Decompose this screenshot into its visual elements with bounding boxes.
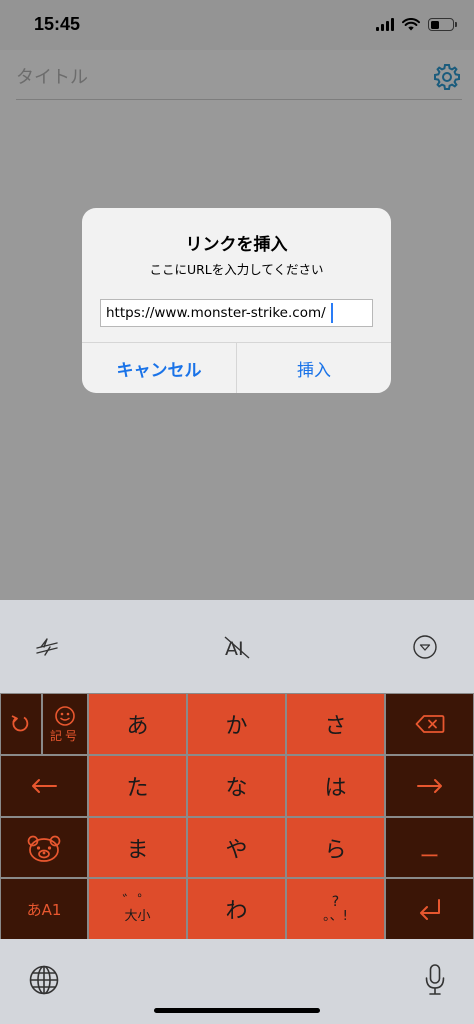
hide-keyboard-button[interactable]: [408, 630, 442, 664]
undo-key[interactable]: [1, 694, 41, 754]
home-indicator: [154, 1008, 320, 1013]
backspace-key[interactable]: [386, 694, 473, 754]
arrow-right-icon: [416, 779, 442, 793]
dialog-message: ここにURLを入力してください: [149, 262, 324, 277]
dakuten-key[interactable]: ゛゜ 大小: [89, 879, 186, 939]
long-vowel-label: ー: [419, 844, 440, 868]
punct-bottom-label: 。、!: [323, 908, 348, 924]
microphone-icon[interactable]: [424, 963, 446, 997]
key-ya[interactable]: や: [188, 818, 285, 877]
ai-off-icon: AI: [224, 636, 250, 660]
key-ma[interactable]: ま: [89, 818, 186, 877]
kigo-label: 記号: [49, 728, 80, 743]
dakuten-top-label: ゛゜: [122, 892, 153, 911]
globe-icon[interactable]: [28, 964, 60, 996]
dakuten-bottom-label: 大小: [124, 909, 151, 925]
chevron-down-circle-icon: [413, 635, 437, 659]
cursor-left-key[interactable]: [1, 756, 87, 816]
text-cursor: [331, 303, 333, 323]
key-na[interactable]: な: [188, 756, 285, 816]
input-mode-key[interactable]: あA1: [1, 879, 87, 939]
enter-key[interactable]: [386, 879, 473, 939]
flick-keyboard: 記号 あ か さ た な は ま や ら ゛゜ 大小 わ ? 。、! あA1 ー: [0, 693, 474, 939]
emoticon-key[interactable]: [1, 818, 87, 877]
punctuation-key[interactable]: ? 。、!: [287, 879, 384, 939]
bear-face-icon: [27, 835, 61, 862]
key-a[interactable]: あ: [89, 694, 186, 754]
cursor-right-key[interactable]: [386, 756, 473, 816]
insert-link-dialog: リンクを挿入 ここにURLを入力してください キャンセル 挿入: [82, 208, 391, 393]
key-ha[interactable]: は: [287, 756, 384, 816]
key-ra[interactable]: ら: [287, 818, 384, 877]
key-sa[interactable]: さ: [287, 694, 384, 754]
collapse-arrows-button[interactable]: [30, 630, 64, 664]
backspace-icon: [415, 715, 444, 733]
ai-button[interactable]: AI: [219, 630, 255, 664]
key-wa[interactable]: わ: [188, 879, 285, 939]
key-ka[interactable]: か: [188, 694, 285, 754]
dialog-title: リンクを挿入: [185, 235, 288, 255]
smiley-icon: [55, 705, 75, 726]
cancel-button[interactable]: キャンセル: [82, 343, 236, 393]
undo-icon: [11, 715, 29, 732]
key-ta[interactable]: た: [89, 756, 186, 816]
insert-button[interactable]: 挿入: [237, 343, 391, 393]
ai-label: AI: [225, 638, 244, 660]
keyboard-toolbar: AI: [0, 600, 474, 693]
input-mode-label: あA1: [26, 900, 62, 919]
long-vowel-key[interactable]: ー: [386, 818, 473, 877]
kigo-key[interactable]: 記号: [43, 694, 87, 754]
collapse-arrows-icon: [36, 638, 58, 656]
return-icon: [419, 899, 440, 920]
arrow-left-icon: [32, 779, 57, 793]
punct-top-label: ?: [331, 893, 340, 910]
